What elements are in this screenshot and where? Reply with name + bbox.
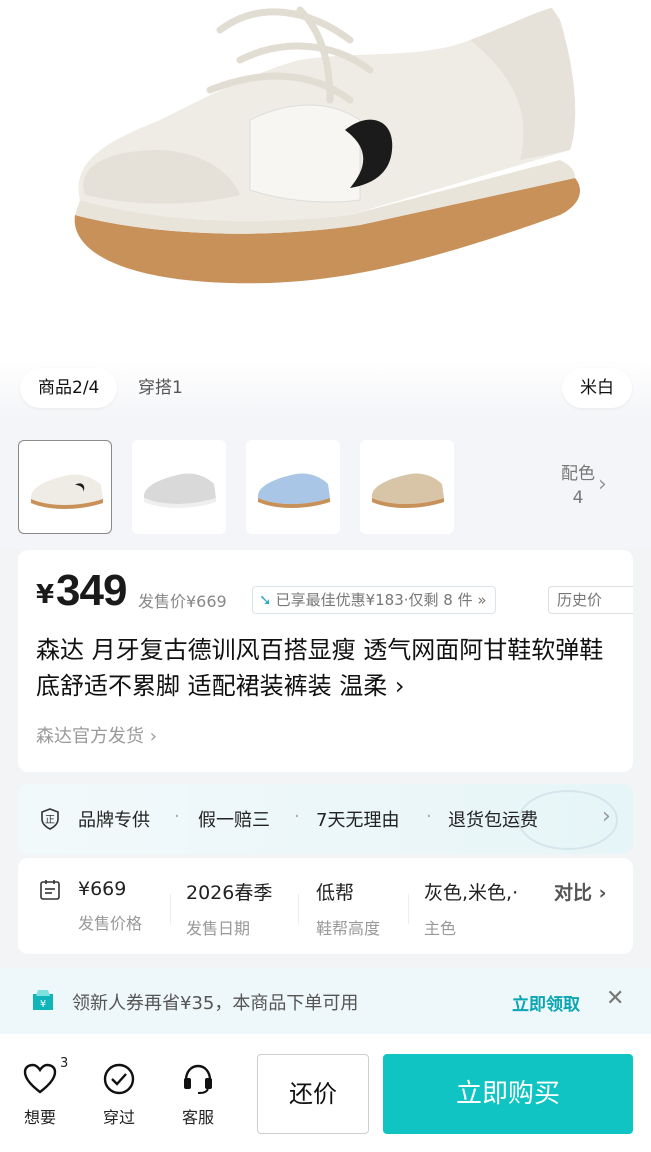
guarantee-item: 退货包运费 [448,810,538,831]
bargain-button[interactable]: 还价 [257,1054,369,1134]
guarantee-bar[interactable]: 正 品牌专供 · 假一赔三 · 7天无理由 · 退货包运费 › [18,784,633,854]
separator-dot: · [174,806,180,827]
spec-value: 2026春季 [186,882,273,904]
original-price: 发售价¥669 [138,592,227,611]
best-deal-badge[interactable]: ➘ 已享最佳优惠¥183·仅剩 8 件 » [252,586,496,614]
guarantee-item: 7天无理由 [316,810,400,831]
bottom-action-bar: 3 想要 穿过 客服 还价 立即购买 [0,1034,651,1152]
current-price: 349 [56,566,127,615]
product-hero-image[interactable] [0,0,651,360]
spec-upper-height: 低帮 鞋帮高度 [316,878,380,939]
spec-value: 低帮 [316,882,355,904]
coupon-text: 领新人券再省¥35，本商品下单可用 [72,993,359,1014]
claim-coupon-button[interactable]: 立即领取 [512,990,580,1015]
shoe-thumb-icon [143,473,216,508]
buy-now-button[interactable]: 立即购买 [383,1054,633,1134]
spec-release-price: ¥669 发售价格 [78,878,142,934]
divider [408,894,409,924]
svg-text:正: 正 [45,815,55,826]
spec-value: ¥669 [78,878,127,900]
tab-outfits[interactable]: 穿搭1 [120,368,201,408]
shoe-thumb-icon [371,473,444,508]
color-name-badge: 米白 [562,368,632,408]
spec-value: 灰色,米色,· [424,882,519,904]
spec-label: 鞋帮高度 [316,919,381,938]
discount-arrow-icon: ➘ [259,591,272,609]
check-circle-icon [103,1063,135,1095]
thumbnail-blue[interactable] [246,440,340,534]
spec-main-color: 灰色,米色,· 主色 [424,878,518,939]
heart-icon [23,1063,57,1094]
spec-label: 发售价格 [78,914,143,933]
customer-service-button[interactable]: 客服 [168,1062,228,1128]
price-history-button[interactable]: 历史价 [548,586,633,614]
shield-icon: 正 [41,808,59,830]
guarantee-item: 假一赔三 [198,810,270,831]
shoe-thumb-icon [257,473,330,508]
shipping-info[interactable]: 森达官方发货 › [36,722,157,748]
thumbnail-cream[interactable] [18,440,112,534]
spec-label: 发售日期 [186,919,251,938]
media-tabs: 商品2/4 穿搭1 米白 [0,360,651,418]
product-title[interactable]: 森达 月牙复古德训风百搭显瘦 透气网面阿甘鞋软弹鞋底舒适不累脚 适配裙装裤装 温… [36,632,616,704]
want-label: 想要 [23,1108,56,1127]
separator-dot: · [426,806,432,827]
chevron-right-icon: › [598,472,607,497]
want-button[interactable]: 3 想要 [10,1056,70,1128]
close-icon[interactable]: ✕ [606,986,624,1011]
compare-button[interactable]: 对比 › [554,878,606,905]
new-user-coupon-banner: ¥ 领新人券再省¥35，本商品下单可用 立即领取 ✕ [0,968,651,1034]
shoe-thumb-icon [30,474,103,509]
worn-button[interactable]: 穿过 [89,1062,149,1128]
coupon-icon: ¥ [33,990,53,1010]
specs-card[interactable]: ¥669 发售价格 2026春季 发售日期 低帮 鞋帮高度 灰色,米色,· 主色… [18,858,633,954]
price-card: ¥ 349 发售价¥669 ➘ 已享最佳优惠¥183·仅剩 8 件 » 历史价 森… [18,550,633,772]
service-label: 客服 [181,1108,214,1127]
divider [170,894,171,924]
spec-release-date: 2026春季 发售日期 [186,878,272,939]
separator-dot: · [294,806,300,827]
chevron-right-icon: › [602,804,611,829]
sneaker-illustration [74,6,581,284]
thumbnail-grey[interactable] [132,440,226,534]
svg-text:¥: ¥ [40,999,46,1010]
tab-product-images[interactable]: 商品2/4 [20,368,118,408]
divider [298,894,299,924]
want-count-badge: 3 [60,1056,69,1071]
headset-icon [184,1064,212,1094]
currency-symbol: ¥ [36,580,55,610]
worn-label: 穿过 [102,1108,135,1127]
guarantee-item: 品牌专供 [78,810,150,831]
thumbnail-khaki[interactable] [360,440,454,534]
spec-label: 主色 [424,919,457,938]
color-thumbnail-strip: 配色 4 › [0,420,651,548]
calendar-list-icon [40,880,60,900]
deal-text: 已享最佳优惠¥183·仅剩 8 件 » [275,591,487,609]
